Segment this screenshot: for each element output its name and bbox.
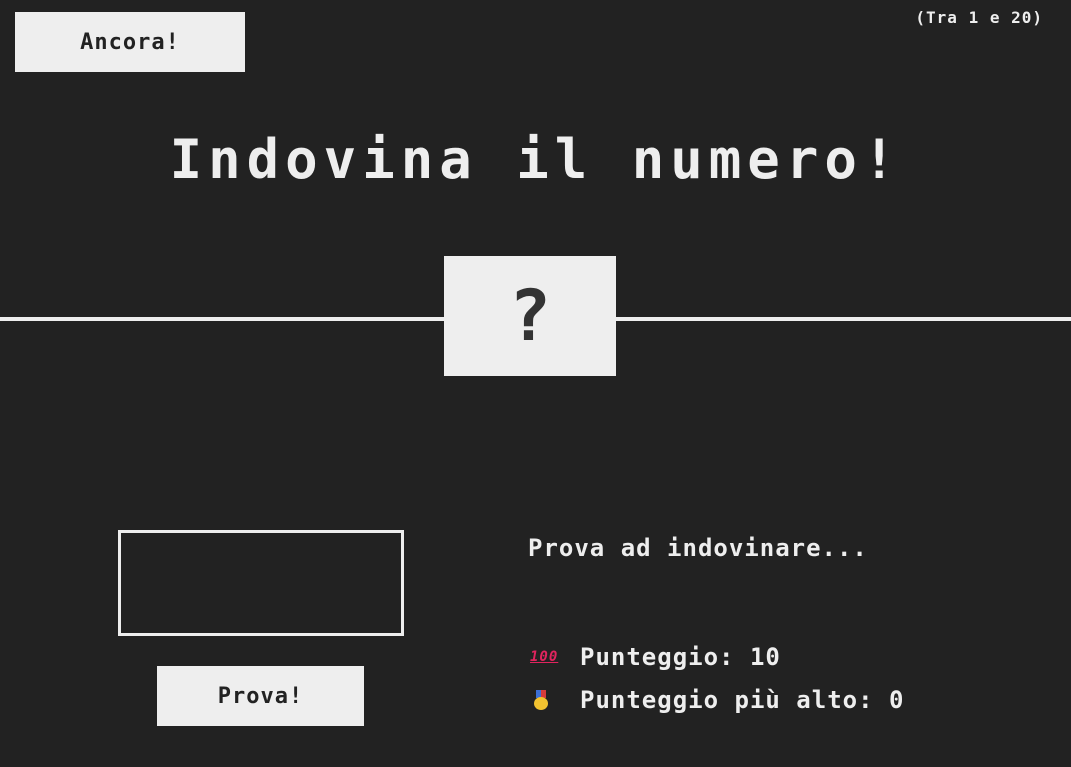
- status-message: Prova ad indovinare...: [528, 534, 868, 562]
- highscore-row: Punteggio più alto: 0: [530, 686, 904, 714]
- page-title: Indovina il numero!: [169, 128, 902, 191]
- score-value: 10: [749, 643, 781, 671]
- check-button[interactable]: Prova!: [157, 666, 364, 726]
- score-label: Punteggio:: [580, 643, 735, 671]
- secret-number-box: ?: [444, 256, 616, 376]
- medal-icon: [534, 690, 548, 710]
- hundred-points-icon: 100: [530, 649, 559, 665]
- highscore-label: Punteggio più alto:: [580, 686, 874, 714]
- range-label: (Tra 1 e 20): [915, 8, 1043, 27]
- highscore-value: 0: [889, 686, 905, 714]
- score-row: 100 Punteggio: 10: [530, 643, 781, 671]
- guess-input[interactable]: [118, 530, 404, 636]
- again-button[interactable]: Ancora!: [15, 12, 245, 72]
